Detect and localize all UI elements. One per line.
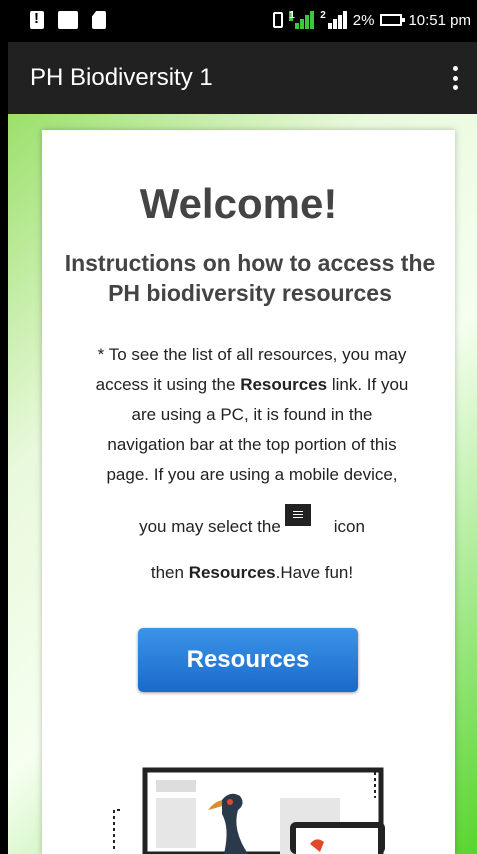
warning-icon	[30, 10, 44, 29]
signal-2-icon: 2	[320, 11, 347, 29]
status-bar: 1 2 2% 10:51 pm	[0, 0, 477, 42]
page-title: Welcome!	[139, 180, 338, 227]
clock: 10:51 pm	[408, 11, 471, 29]
instructions-heading: Instructions on how to access the PH bio…	[64, 250, 436, 306]
battery-icon	[380, 14, 406, 26]
app-title: PH Biodiversity 1	[30, 64, 213, 91]
sd-card-icon	[92, 11, 106, 29]
instructions-text: * To see the list of all resources, you …	[95, 345, 409, 582]
app-bar: PH Biodiversity 1	[8, 42, 477, 114]
devices-illustration	[113, 767, 385, 854]
menu-icon	[284, 504, 311, 526]
vibrate-icon	[273, 12, 284, 28]
overflow-menu-icon[interactable]	[453, 66, 459, 90]
signal-1-icon: 1	[289, 11, 315, 29]
download-icon	[58, 11, 78, 29]
battery-percent: 2%	[352, 11, 375, 29]
resources-button[interactable]: Resources	[138, 628, 358, 692]
